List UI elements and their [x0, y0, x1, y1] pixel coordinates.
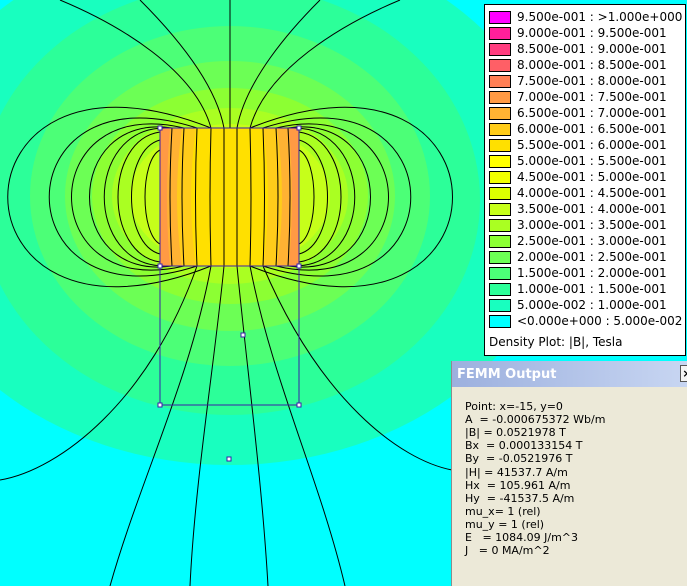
- femm-output-line: Hy = -41537.5 A/m: [465, 491, 575, 505]
- legend-entry: 8.500e-001 : 9.000e-001: [489, 41, 667, 57]
- legend-entry: 2.000e-001 : 2.500e-001: [489, 249, 667, 265]
- legend-swatch: [489, 26, 511, 40]
- legend-entry: 5.000e-001 : 5.500e-001: [489, 153, 667, 169]
- legend-swatch: [489, 58, 511, 72]
- femm-output-line: |B| = 0.0521978 T: [465, 426, 566, 440]
- legend-label: 4.500e-001 : 5.000e-001: [517, 170, 667, 184]
- legend-label: 6.500e-001 : 7.000e-001: [517, 106, 667, 120]
- legend-entry: 6.000e-001 : 6.500e-001: [489, 121, 667, 137]
- legend-label: 5.500e-001 : 6.000e-001: [517, 138, 667, 152]
- legend-swatch: [489, 218, 511, 232]
- legend-swatch: [489, 90, 511, 104]
- legend-entry: 1.000e-001 : 1.500e-001: [489, 281, 667, 297]
- legend-entry: 7.000e-001 : 7.500e-001: [489, 89, 667, 105]
- legend-entry: 3.000e-001 : 3.500e-001: [489, 217, 667, 233]
- femm-output-line: mu_x= 1 (rel): [465, 504, 541, 518]
- legend-entry: 4.500e-001 : 5.000e-001: [489, 169, 667, 185]
- femm-output-line: Hx = 105.961 A/m: [465, 478, 571, 492]
- legend-swatch: [489, 234, 511, 248]
- legend-label: <0.000e+000 : 5.000e-002: [517, 314, 683, 328]
- legend-label: 8.000e-001 : 8.500e-001: [517, 58, 667, 72]
- legend-label: 3.000e-001 : 3.500e-001: [517, 218, 667, 232]
- femm-output-line: E = 1084.09 J/m^3: [465, 531, 579, 544]
- legend-entry: 1.500e-001 : 2.000e-001: [489, 265, 667, 281]
- legend-swatch: [489, 122, 511, 136]
- node-2[interactable]: [296, 125, 302, 131]
- legend-label: 1.000e-001 : 1.500e-001: [517, 282, 667, 296]
- femm-output-line: mu_y = 1 (rel): [465, 517, 545, 531]
- legend-caption: Density Plot: |B|, Tesla: [489, 335, 623, 349]
- legend-swatch: [489, 266, 511, 280]
- legend-label: 9.500e-001 : >1.000e+000: [517, 10, 683, 24]
- legend-swatch: [489, 106, 511, 120]
- legend-entry: 2.500e-001 : 3.000e-001: [489, 233, 667, 249]
- legend-label: 3.500e-001 : 4.000e-001: [517, 202, 667, 216]
- legend-label: 6.000e-001 : 6.500e-001: [517, 122, 667, 136]
- legend-label: 5.000e-002 : 1.000e-001: [517, 298, 667, 312]
- legend-entry: 7.500e-001 : 8.000e-001: [489, 73, 667, 89]
- legend-entry: 8.000e-001 : 8.500e-001: [489, 57, 667, 73]
- node-6[interactable]: [296, 402, 302, 408]
- legend-entry: 3.500e-001 : 4.000e-001: [489, 201, 667, 217]
- legend-swatch: [489, 42, 511, 56]
- legend-swatch: [489, 250, 511, 264]
- femm-output-line: J = 0 MA/m^2: [465, 544, 550, 558]
- legend-swatch: [489, 10, 511, 24]
- legend-label: 2.500e-001 : 3.000e-001: [517, 234, 667, 248]
- legend-label: 7.500e-001 : 8.000e-001: [517, 74, 667, 88]
- legend-entry: 5.500e-001 : 6.000e-001: [489, 137, 667, 153]
- legend-swatch: [489, 186, 511, 200]
- legend-label: 2.000e-001 : 2.500e-001: [517, 250, 667, 264]
- femm-output-line: By = -0.0521976 T: [465, 452, 573, 466]
- legend-label: 4.000e-001 : 4.500e-001: [517, 186, 667, 200]
- femm-output-window[interactable]: FEMM Output × Point: x=-15, y=0A = -0.00…: [451, 361, 687, 586]
- legend-label: 8.500e-001 : 9.000e-001: [517, 42, 667, 56]
- block-label-air[interactable]: [226, 456, 232, 462]
- femm-output-line: A = -0.000675372 Wb/m: [465, 413, 606, 427]
- legend-entry: 6.500e-001 : 7.000e-001: [489, 105, 667, 121]
- density-legend: 9.500e-001 : >1.000e+000 9.000e-001 : 9.5…: [484, 4, 686, 356]
- legend-label: 5.000e-001 : 5.500e-001: [517, 154, 667, 168]
- legend-swatch: [489, 138, 511, 152]
- window-title: FEMM Output: [457, 366, 557, 382]
- legend-label: 1.500e-001 : 2.000e-001: [517, 266, 667, 280]
- node-5[interactable]: [157, 402, 163, 408]
- legend-entry: 4.000e-001 : 4.500e-001: [489, 185, 667, 201]
- legend-swatch: [489, 282, 511, 296]
- legend-swatch: [489, 314, 511, 328]
- legend-entry: <0.000e+000 : 5.000e-002: [489, 313, 682, 329]
- legend-label: 7.000e-001 : 7.500e-001: [517, 90, 667, 104]
- legend-label: 9.000e-001 : 9.500e-001: [517, 26, 667, 40]
- femm-output-body: Point: x=-15, y=0 A = -0.000675372 Wb/m |B…: [452, 387, 687, 586]
- legend-swatch: [489, 170, 511, 184]
- legend-entry: 5.000e-002 : 1.000e-001: [489, 297, 667, 313]
- node-3[interactable]: [157, 263, 163, 269]
- block-label-magnet[interactable]: [240, 332, 246, 338]
- node-4[interactable]: [296, 263, 302, 269]
- close-button[interactable]: ×: [680, 365, 687, 382]
- legend-swatch: [489, 202, 511, 216]
- node-1[interactable]: [157, 125, 163, 131]
- femm-output-line: Point: x=-15, y=0: [465, 400, 563, 413]
- legend-swatch: [489, 74, 511, 88]
- femm-output-titlebar[interactable]: FEMM Output ×: [452, 361, 687, 387]
- legend-entry: 9.000e-001 : 9.500e-001: [489, 25, 667, 41]
- legend-swatch: [489, 154, 511, 168]
- femm-output-line: |H| = 41537.7 A/m: [465, 465, 568, 479]
- femm-output-line: Bx = 0.000133154 T: [465, 439, 583, 453]
- legend-swatch: [489, 298, 511, 312]
- legend-entry: 9.500e-001 : >1.000e+000: [489, 9, 682, 25]
